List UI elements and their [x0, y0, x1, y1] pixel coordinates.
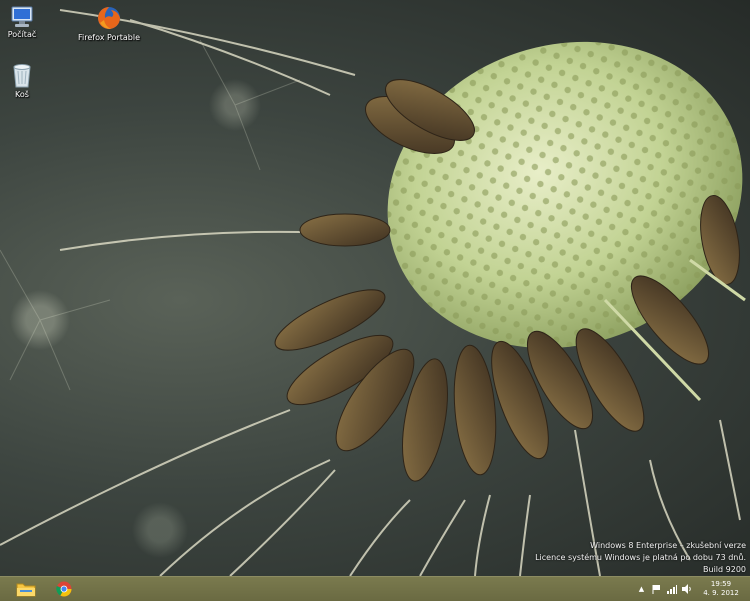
desktop-icon-firefox-portable[interactable]: Firefox Portable [78, 5, 140, 43]
network-button[interactable] [666, 584, 677, 595]
action-center-button[interactable] [651, 584, 662, 595]
network-icon [666, 585, 677, 594]
watermark-edition: Windows 8 Enterprise – zkušební verze [590, 541, 746, 550]
desktop-icon-recycle-bin[interactable]: Koš [0, 62, 53, 100]
folder-icon [16, 583, 36, 597]
firefox-portable-label: Firefox Portable [78, 33, 141, 42]
evaluation-watermark: Windows 8 Enterprise – zkušební verze Li… [535, 540, 746, 576]
system-tray: ▲ 19:59 4. 9. 2012 [634, 577, 750, 601]
taskbar: ▲ 19:59 4. 9. 2012 [0, 576, 750, 601]
watermark-license: Licence systému Windows je platná po dob… [535, 553, 746, 562]
volume-button[interactable] [681, 584, 692, 595]
flag-icon [652, 585, 660, 594]
taskbar-file-explorer-button[interactable] [10, 578, 42, 600]
desktop-icon-computer[interactable]: Počítač [0, 6, 53, 40]
recycle-bin-icon [13, 64, 31, 88]
show-hidden-icons-button[interactable]: ▲ [636, 584, 647, 595]
taskbar-chrome-button[interactable] [48, 578, 80, 600]
clock-time: 19:59 [710, 580, 732, 588]
dandelion-wallpaper [0, 9, 746, 576]
desktop-background: Počítač Firefox Portable Koš Windows 8 E… [0, 0, 750, 576]
clock-date: 4. 9. 2012 [703, 589, 739, 597]
watermark-build: Build 9200 [703, 565, 746, 574]
recycle-bin-label: Koš [15, 90, 29, 99]
computer-label: Počítač [7, 30, 37, 39]
firefox-icon [98, 7, 120, 29]
computer-icon [11, 6, 33, 27]
clock[interactable]: 19:59 4. 9. 2012 [698, 580, 744, 598]
volume-icon [681, 584, 691, 594]
chrome-icon [56, 581, 72, 597]
